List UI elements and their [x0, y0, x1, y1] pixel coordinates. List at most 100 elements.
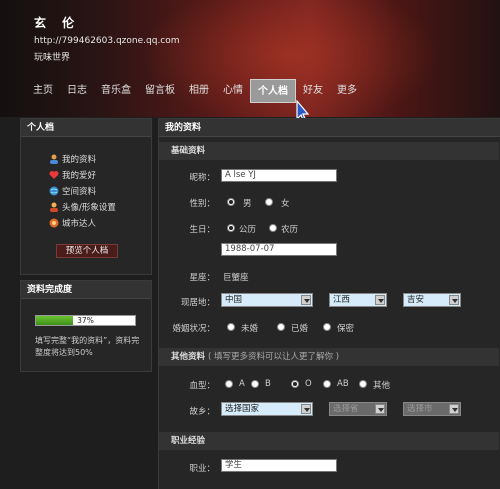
marital-married-radio[interactable]	[277, 323, 285, 331]
globe-icon	[49, 186, 59, 196]
blood-ab-text: AB	[337, 379, 349, 389]
residence-city-value: 吉安	[407, 295, 425, 305]
calendar-solar-radio[interactable]	[227, 224, 235, 232]
sidebar-item-label: 空间资料	[62, 187, 97, 197]
blood-o-text: O	[305, 379, 312, 389]
tab-home[interactable]: 主页	[26, 79, 60, 103]
gender-male-text: 男	[243, 199, 252, 209]
profile-icon	[50, 154, 58, 164]
gender-male-radio[interactable]	[227, 198, 235, 206]
marital-single-radio[interactable]	[227, 323, 235, 331]
sidebar-item-city-expert[interactable]: 城市达人	[49, 217, 96, 229]
sidebar-item-label: 我的资料	[62, 155, 97, 165]
main-profile-panel: 我的资料 基础资料 昵称： A lse YJ 性别： 男 女 生日： 公历 农历…	[158, 118, 500, 489]
nickname-label: 昵称：	[189, 173, 215, 183]
blood-ab-radio[interactable]	[323, 380, 331, 388]
section-other-note: ( 填写更多资料可以让人更了解你 )	[207, 352, 340, 362]
calendar-lunar-radio[interactable]	[269, 224, 277, 232]
hometown-province-select[interactable]: 选择省	[329, 402, 387, 416]
marital-married-text: 已婚	[291, 324, 309, 334]
sidebar-item-hobbies[interactable]: 我的爱好	[49, 169, 96, 181]
section-other-title: 其他资料	[171, 352, 206, 362]
residence-city-select[interactable]: 吉安	[403, 293, 461, 307]
chevron-down-icon	[449, 295, 459, 305]
gender-label: 性别：	[189, 199, 215, 209]
heart-icon	[49, 171, 59, 179]
birthday-input[interactable]: 1988-07-07	[221, 243, 337, 256]
sidebar-profile-panel: 个人档 我的资料 我的爱好 空间资料 头像/形象设置 城市达人 预览个人档	[20, 118, 152, 275]
space-url[interactable]: http://799462603.qzone.qq.com	[34, 36, 180, 46]
blood-a-radio[interactable]	[225, 380, 233, 388]
space-motto: 玩味世界	[34, 53, 71, 63]
chevron-down-icon	[375, 295, 385, 305]
main-title: 我的资料	[159, 119, 500, 137]
gender-female-text: 女	[281, 199, 290, 209]
chevron-down-icon	[449, 404, 459, 414]
hometown-country-value: 选择国家	[225, 404, 260, 414]
completion-tip: 填写完整“我的资料”，资料完整度将达到50%	[35, 336, 140, 357]
tab-guestbook[interactable]: 留言板	[138, 79, 182, 103]
sidebar-title: 个人档	[21, 119, 151, 137]
hometown-label: 故乡：	[189, 407, 215, 417]
tab-blog[interactable]: 日志	[60, 79, 94, 103]
avatar-icon	[50, 202, 58, 212]
tab-profile[interactable]: 个人档	[250, 79, 296, 103]
hometown-province-value: 选择省	[333, 404, 359, 414]
hometown-country-select[interactable]: 选择国家	[221, 402, 313, 416]
sidebar-item-my-profile[interactable]: 我的资料	[49, 153, 96, 165]
tab-album[interactable]: 相册	[182, 79, 216, 103]
completion-title: 资料完成度	[21, 281, 151, 299]
chevron-down-icon	[301, 295, 311, 305]
calendar-lunar-text: 农历	[281, 225, 299, 235]
gender-female-radio[interactable]	[265, 198, 273, 206]
section-basic-info: 基础资料	[159, 142, 499, 160]
preview-profile-button[interactable]: 预览个人档	[56, 244, 118, 258]
chevron-down-icon	[375, 404, 385, 414]
job-input[interactable]: 学生	[221, 459, 337, 472]
blood-a-text: A	[239, 379, 245, 389]
sidebar-item-label: 我的爱好	[62, 171, 97, 181]
zodiac-label: 星座：	[189, 273, 215, 283]
blood-b-radio[interactable]	[251, 380, 259, 388]
zodiac-value: 巨蟹座	[223, 273, 249, 283]
chevron-down-icon	[301, 404, 311, 414]
section-career-title: 职业经验	[171, 436, 206, 446]
blood-type-label: 血型：	[189, 381, 215, 391]
calendar-solar-text: 公历	[239, 225, 257, 235]
tab-mood[interactable]: 心情	[216, 79, 250, 103]
job-label: 职业：	[189, 464, 215, 474]
marital-secret-text: 保密	[337, 324, 355, 334]
hometown-city-value: 选择市	[407, 404, 433, 414]
header-banner: 玄 伦 http://799462603.qzone.qq.com 玩味世界 主…	[0, 0, 500, 117]
residence-label: 现居地：	[180, 298, 215, 308]
marital-label: 婚姻状况：	[172, 324, 215, 334]
progress-percent: 37%	[77, 316, 94, 325]
residence-country-value: 中国	[225, 295, 243, 305]
nickname-input[interactable]: A lse YJ	[221, 169, 337, 182]
marital-secret-radio[interactable]	[323, 323, 331, 331]
birthday-label: 生日：	[189, 225, 215, 235]
residence-province-value: 江西	[333, 295, 351, 305]
blood-o-radio[interactable]	[291, 380, 299, 388]
hometown-city-select[interactable]: 选择市	[403, 402, 461, 416]
section-other-info: 其他资料 ( 填写更多资料可以让人更了解你 )	[159, 348, 499, 366]
blood-other-text: 其他	[373, 381, 391, 391]
tab-music[interactable]: 音乐盒	[94, 79, 138, 103]
blood-other-radio[interactable]	[359, 380, 367, 388]
city-icon	[49, 218, 59, 228]
blood-b-text: B	[265, 379, 271, 389]
space-owner-name: 玄 伦	[34, 16, 81, 30]
completion-panel: 资料完成度 37% 填写完整“我的资料”，资料完整度将达到50%	[20, 280, 152, 372]
completion-progress-bar: 37%	[35, 315, 136, 326]
sidebar-item-space-info[interactable]: 空间资料	[49, 185, 96, 197]
residence-province-select[interactable]: 江西	[329, 293, 387, 307]
sidebar-item-label: 头像/形象设置	[62, 203, 116, 213]
tab-more[interactable]: 更多	[330, 79, 364, 103]
sidebar-item-avatar-settings[interactable]: 头像/形象设置	[49, 201, 116, 213]
section-basic-title: 基础资料	[171, 146, 206, 156]
sidebar-item-label: 城市达人	[62, 219, 97, 229]
marital-single-text: 未婚	[241, 324, 259, 334]
main-nav: 主页 日志 音乐盒 留言板 相册 心情 个人档 好友 更多	[26, 79, 364, 103]
section-career: 职业经验	[159, 432, 499, 450]
residence-country-select[interactable]: 中国	[221, 293, 313, 307]
